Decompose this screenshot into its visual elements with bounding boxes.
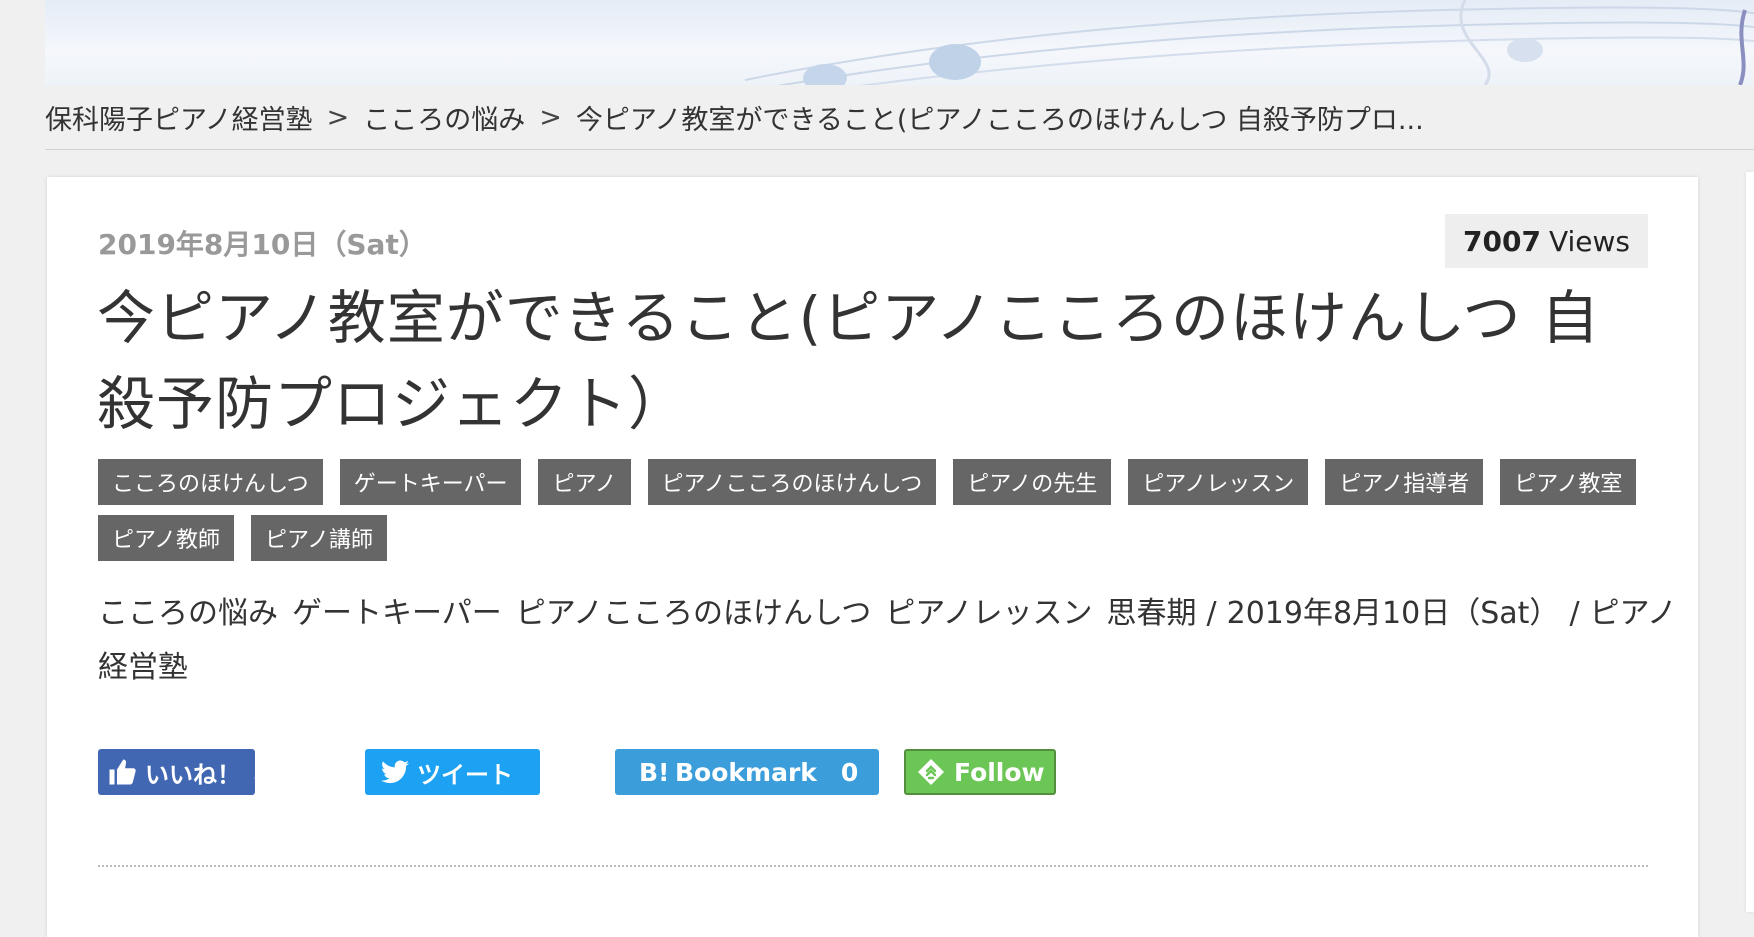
bookmark-label: Bookmark [675, 757, 817, 787]
tweet-label: ツイート [417, 760, 513, 789]
header-banner [45, 0, 1754, 85]
thumbs-up-icon [107, 757, 137, 787]
svg-text:B!: B! [639, 759, 667, 785]
meta-separator: / [1206, 596, 1217, 631]
follow-label: Follow [954, 757, 1045, 787]
feedly-icon [916, 757, 946, 787]
music-decoration [744, 0, 1754, 85]
meta-date: 2019年8月10日（Sat） [1226, 596, 1560, 631]
dotted-divider [98, 865, 1648, 867]
tag-link[interactable]: ピアノの先生 [953, 459, 1112, 505]
views-counter: 7007 Views [1445, 214, 1648, 268]
facebook-like-button[interactable]: いいね！ 362 [98, 749, 299, 795]
post-meta: こころの悩み ゲートキーパー ピアノこころのほけんしつ ピアノレッスン 思春期 / 2019… [98, 587, 1678, 695]
bookmark-count: 0 [840, 757, 859, 787]
tweet-button[interactable]: ツイート [365, 749, 540, 795]
category-link[interactable]: こころの悩み [98, 596, 278, 631]
post-title: 今ピアノ教室ができること(ピアノこころのほけんしつ 自殺予防プロジェクト） [97, 284, 1600, 438]
tag-link[interactable]: ピアノ教室 [1500, 459, 1637, 505]
post-date: 2019年8月10日（Sat） [98, 228, 427, 261]
tag-link[interactable]: ピアノレッスン [1128, 459, 1309, 505]
meta-separator: / [1569, 596, 1580, 631]
facebook-like-count: 362 [253, 758, 299, 786]
breadcrumb-home-link[interactable]: 保科陽子ピアノ経営塾 [45, 98, 313, 137]
breadcrumb: 保科陽子ピアノ経営塾 > こころの悩み > 今ピアノ教室ができること(ピアノここ… [45, 85, 1754, 150]
tag-link[interactable]: ゲートキーパー [339, 459, 522, 505]
tag-list: こころのほけんしつ ゲートキーパー ピアノ ピアノこころのほけんしつ ピアノの先… [98, 459, 1638, 561]
tag-link[interactable]: ピアノ講師 [251, 515, 388, 561]
tag-link[interactable]: ピアノこころのほけんしつ [647, 459, 937, 505]
feedly-follow-button[interactable]: Follow [904, 749, 1056, 795]
breadcrumb-separator: > [326, 101, 350, 133]
twitter-bird-icon [381, 760, 409, 784]
hatena-b-icon: B! [639, 759, 667, 785]
breadcrumb-category-link[interactable]: こころの悩み [363, 98, 525, 137]
tag-link[interactable]: ピアノ教師 [98, 515, 235, 561]
views-label: Views [1548, 224, 1630, 258]
breadcrumb-separator: > [539, 101, 562, 133]
breadcrumb-current: 今ピアノ教室ができること(ピアノこころのほけんしつ 自殺予防プロ... [575, 104, 1424, 136]
category-link[interactable]: 思春期 [1107, 596, 1197, 631]
tag-link[interactable]: ピアノ指導者 [1325, 459, 1484, 505]
tag-link[interactable]: こころのほけんしつ [98, 459, 323, 505]
category-link[interactable]: ピアノレッスン [885, 596, 1092, 631]
tag-link[interactable]: ピアノ [538, 459, 631, 505]
facebook-like-label: いいね！ [145, 760, 241, 789]
hatena-bookmark-button[interactable]: B! Bookmark 0 [615, 749, 879, 795]
article-card: 2019年8月10日（Sat） 7007 Views 今ピアノ教室ができること(… [47, 177, 1698, 937]
sidebar-edge [1746, 172, 1754, 912]
category-link[interactable]: ピアノこころのほけんしつ [516, 596, 872, 631]
category-link[interactable]: ゲートキーパー [292, 596, 502, 631]
views-count: 7007 [1463, 224, 1541, 258]
